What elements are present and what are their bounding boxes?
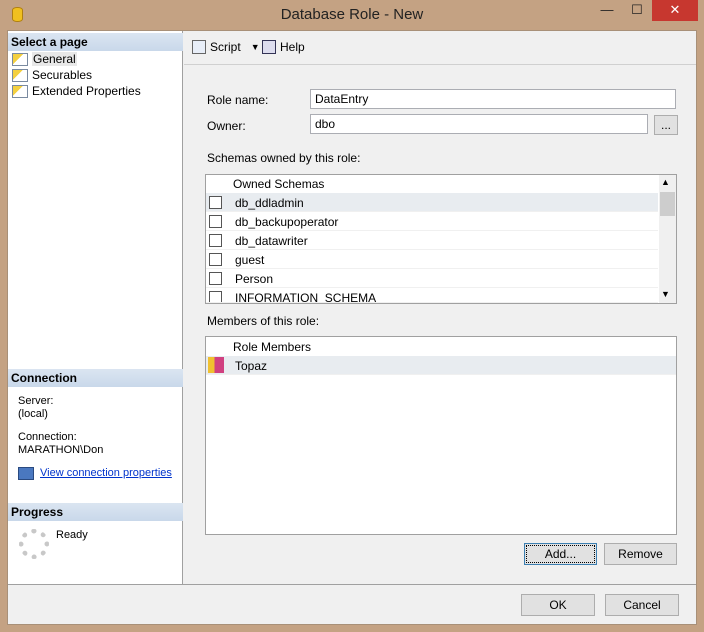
schema-checkbox[interactable]: [209, 291, 222, 302]
page-label: General: [32, 52, 77, 66]
schema-name: db_datawriter: [235, 234, 308, 248]
connection-header: Connection: [8, 369, 183, 387]
toolbar: [184, 31, 696, 65]
member-row[interactable]: Topaz: [206, 356, 676, 375]
schema-row[interactable]: db_datawriter: [206, 231, 658, 250]
schema-checkbox[interactable]: [209, 196, 222, 209]
progress-spinner-icon: [19, 529, 49, 559]
connection-properties-icon: [18, 467, 34, 480]
help-icon: [262, 40, 276, 54]
select-page-header: Select a page: [8, 33, 183, 51]
schema-checkbox[interactable]: [209, 215, 222, 228]
members-grid: Role Members Topaz: [205, 336, 677, 535]
page-icon: [12, 52, 28, 66]
server-value: (local): [18, 408, 48, 420]
minimize-button[interactable]: —: [592, 0, 622, 21]
role-name-input[interactable]: DataEntry: [310, 89, 676, 109]
schema-checkbox[interactable]: [209, 234, 222, 247]
schema-row[interactable]: db_ddladmin: [206, 193, 658, 212]
scroll-down-icon[interactable]: ▼: [661, 289, 670, 299]
browse-owner-button[interactable]: ...: [654, 115, 678, 135]
schema-name: guest: [235, 253, 265, 267]
schema-name: db_ddladmin: [235, 196, 304, 210]
schema-row[interactable]: db_backupoperator: [206, 212, 658, 231]
role-name-label: Role name:: [207, 93, 269, 107]
schemas-scrollbar[interactable]: ▲ ▼: [659, 175, 676, 303]
remove-button[interactable]: Remove: [604, 543, 677, 565]
schema-row[interactable]: INFORMATION_SCHEMA: [206, 288, 658, 303]
help-label: Help: [280, 40, 305, 54]
page-general[interactable]: General: [12, 51, 77, 67]
page-icon: [12, 68, 28, 82]
help-button[interactable]: Help: [262, 40, 305, 54]
script-label: Script: [210, 40, 241, 54]
schema-row[interactable]: Person: [206, 269, 658, 288]
owner-label: Owner:: [207, 119, 246, 133]
page-securables[interactable]: Securables: [12, 67, 92, 83]
chevron-down-icon: ▼: [250, 42, 260, 52]
member-name: Topaz: [235, 359, 268, 373]
view-connection-properties-link[interactable]: View connection properties: [40, 467, 172, 479]
script-icon: [192, 40, 206, 54]
schema-checkbox[interactable]: [209, 272, 222, 285]
schema-checkbox[interactable]: [209, 253, 222, 266]
close-button[interactable]: ✕: [652, 0, 698, 21]
page-label: Extended Properties: [32, 84, 141, 98]
schema-name: db_backupoperator: [235, 215, 339, 229]
main-panel: Script ▼ Help Role name: DataEntry Owner:…: [184, 31, 696, 584]
schema-name: Person: [235, 272, 274, 286]
connection-label: Connection:: [18, 431, 77, 443]
schema-name: INFORMATION_SCHEMA: [235, 291, 377, 303]
progress-header: Progress: [8, 503, 183, 521]
footer-divider: [8, 584, 696, 585]
role-members-header[interactable]: Role Members: [233, 340, 311, 354]
progress-status: Ready: [56, 529, 88, 541]
ok-button[interactable]: OK: [521, 594, 595, 616]
schemas-label: Schemas owned by this role:: [207, 151, 361, 165]
owned-schemas-header[interactable]: Owned Schemas: [233, 177, 324, 191]
scroll-up-icon[interactable]: ▲: [661, 177, 670, 187]
scrollbar-thumb[interactable]: [660, 192, 675, 216]
user-icon: [208, 357, 224, 373]
cancel-button[interactable]: Cancel: [605, 594, 679, 616]
schema-row[interactable]: guest: [206, 250, 658, 269]
page-label: Securables: [32, 68, 93, 82]
sidebar: Select a page General Securables Extende…: [8, 31, 183, 584]
script-button[interactable]: Script ▼: [192, 40, 260, 54]
members-label: Members of this role:: [207, 314, 320, 328]
server-label: Server:: [18, 395, 54, 407]
page-icon: [12, 84, 28, 98]
maximize-button[interactable]: ☐: [622, 0, 652, 21]
owner-input[interactable]: dbo: [310, 114, 648, 134]
dialog-client: Select a page General Securables Extende…: [7, 30, 697, 625]
schemas-grid: Owned Schemas db_ddladmin db_backupopera…: [205, 174, 677, 304]
add-button[interactable]: Add...: [524, 543, 597, 565]
connection-value: MARATHON\Don: [18, 444, 104, 456]
page-extended-properties[interactable]: Extended Properties: [12, 83, 141, 99]
